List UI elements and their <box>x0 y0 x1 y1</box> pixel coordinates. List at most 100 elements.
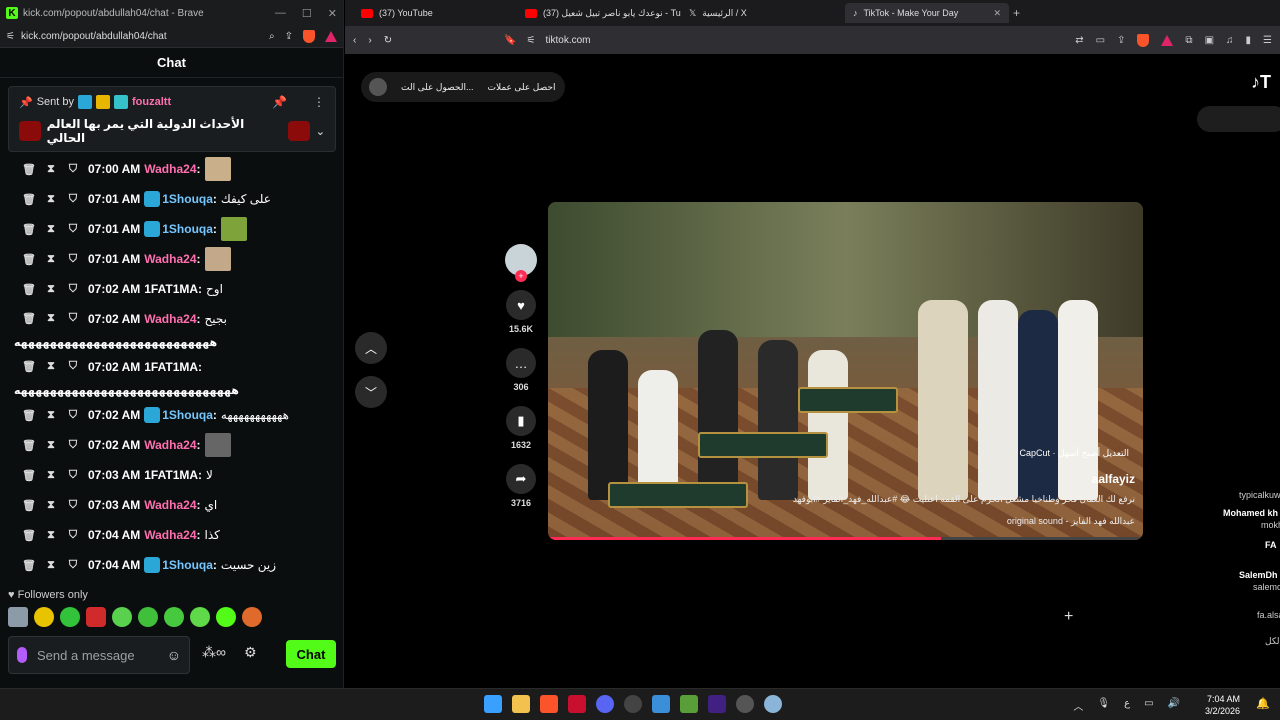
unpin-icon[interactable]: 📌 <box>272 95 287 109</box>
bookmark-icon[interactable]: 🔖 <box>504 35 516 46</box>
start-icon[interactable] <box>484 695 502 713</box>
save-button[interactable]: ▮ <box>506 406 536 436</box>
music-icon[interactable]: ♫ <box>1226 35 1234 46</box>
chat-message[interactable]: 🗑 ⧗ ⛉ 07:04 AM 1Shouqa: زين حسيت <box>0 550 344 580</box>
volume-icon[interactable]: 🔊 <box>1168 698 1180 713</box>
minecraft-icon[interactable] <box>680 695 698 713</box>
chat-message[interactable]: 🗑 ⧗ ⛉ 07:02 AM 1Shouqa: هههههههههههه <box>0 400 344 430</box>
brave-shield-icon[interactable] <box>303 30 315 43</box>
next-app-icon[interactable] <box>708 695 726 713</box>
address-bar[interactable]: tiktok.com <box>546 35 591 46</box>
menu-icon[interactable]: ☰ <box>1263 35 1272 46</box>
close-tab-icon[interactable]: ✕ <box>993 8 1001 19</box>
wallet-icon[interactable]: ▣ <box>1205 35 1214 46</box>
message-username[interactable]: Wadha24 <box>144 498 196 512</box>
delete-icon[interactable]: 🗑 <box>22 163 36 176</box>
gear-icon[interactable]: ⚙ <box>244 644 257 661</box>
delete-icon[interactable]: 🗑 <box>22 439 36 452</box>
comment-user[interactable]: Mohamed kh <box>1223 508 1278 518</box>
message-input[interactable]: Send a message <box>37 648 135 663</box>
cast-icon[interactable]: ▭ <box>1096 35 1105 46</box>
emoji-icon[interactable]: ☺ <box>167 647 181 663</box>
pinned-message[interactable]: 📌 Sent by fouzaltt 📌 ⋮ الأحداث الدولية ا… <box>8 86 336 152</box>
timeout-icon[interactable]: ⧗ <box>44 312 58 325</box>
forward-icon[interactable]: › <box>368 35 371 46</box>
message-username[interactable]: Wadha24 <box>144 162 196 176</box>
timeout-icon[interactable]: ⧗ <box>44 499 58 512</box>
message-username[interactable]: 1Shouqa <box>162 222 213 236</box>
emote-icon[interactable] <box>34 607 54 627</box>
emote-icon[interactable] <box>216 607 236 627</box>
brave-rewards-icon[interactable] <box>325 31 337 42</box>
browser-tab[interactable]: (37) YouTube <box>353 3 517 23</box>
chat-message[interactable]: 🗑 ⧗ ⛉ 07:01 AM Wadha24: <box>0 244 344 274</box>
message-username[interactable]: 1FAT1MA <box>144 282 198 296</box>
timeout-icon[interactable]: ⧗ <box>44 439 58 452</box>
mic-icon[interactable]: 🎙 <box>1097 698 1110 713</box>
creator-avatar[interactable]: + <box>505 244 537 282</box>
delete-icon[interactable]: 🗑 <box>22 312 36 325</box>
delete-icon[interactable]: 🗑 <box>22 283 36 296</box>
notification-bell-icon[interactable]: 🔔 <box>1256 697 1270 710</box>
message-username[interactable]: 1Shouqa <box>162 558 213 572</box>
comment-button[interactable]: … <box>506 348 536 378</box>
timeout-icon[interactable]: ⧗ <box>44 163 58 176</box>
timeout-icon[interactable]: ⧗ <box>44 469 58 482</box>
video-sound[interactable]: original sound - عبدالله فهد الفايز <box>1007 516 1135 527</box>
brave-shield-icon[interactable] <box>1137 33 1150 47</box>
chat-message[interactable]: 🗑 ⧗ ⛉ 07:00 AM Wadha24: <box>0 154 344 184</box>
file-explorer-icon[interactable] <box>512 695 530 713</box>
mic-icon[interactable] <box>17 647 27 663</box>
minimize-icon[interactable]: — <box>275 7 286 20</box>
extensions-icon[interactable]: ⧉ <box>1185 35 1192 46</box>
app-icon[interactable] <box>624 695 642 713</box>
emote-icon[interactable] <box>8 607 28 627</box>
emote-icon[interactable] <box>190 607 210 627</box>
more-options-icon[interactable]: ⋮ <box>313 95 325 109</box>
browser-tab[interactable]: 𝕏 الرئيسية / X <box>681 3 845 23</box>
next-video-button[interactable]: ﹀ <box>355 376 387 408</box>
delete-icon[interactable]: 🗑 <box>22 559 36 572</box>
site-settings-icon[interactable]: ⚟ <box>6 31 15 42</box>
emote-icon[interactable] <box>60 607 80 627</box>
capcut-tag[interactable]: CapCut · التعديل أصبح أسهل <box>1019 448 1129 459</box>
ban-shield-icon[interactable]: ⛉ <box>66 559 80 572</box>
translate-icon[interactable]: ⇄ <box>1075 35 1083 46</box>
chevron-up-icon[interactable]: ︿ <box>1073 698 1083 713</box>
reactions-icon[interactable]: ⁂∞ <box>202 644 226 661</box>
chat-message[interactable]: 🗑 ⧗ ⛉ 07:01 AM 1Shouqa: <box>0 214 344 244</box>
share-button[interactable]: ➦ <box>506 464 536 494</box>
emote-icon[interactable] <box>112 607 132 627</box>
maximize-icon[interactable]: ☐ <box>302 7 312 20</box>
like-button[interactable]: ♥ <box>506 290 536 320</box>
message-username[interactable]: 1FAT1MA <box>144 468 198 482</box>
emote-icon[interactable] <box>242 607 262 627</box>
back-icon[interactable]: ‹ <box>353 35 356 46</box>
chat-message[interactable]: 🗑 ⧗ ⛉ 07:03 AM 1FAT1MA: لا <box>0 460 344 490</box>
timeout-icon[interactable]: ⧗ <box>44 409 58 422</box>
delete-icon[interactable]: 🗑 <box>22 499 36 512</box>
delete-icon[interactable]: 🗑 <box>22 193 36 206</box>
ban-shield-icon[interactable]: ⛉ <box>66 469 80 482</box>
close-icon[interactable]: ✕ <box>328 7 337 20</box>
message-username[interactable]: 1Shouqa <box>162 408 213 422</box>
message-username[interactable]: Wadha24 <box>144 528 196 542</box>
chat-send-button[interactable]: Chat <box>286 640 336 668</box>
message-username[interactable]: Wadha24 <box>144 252 196 266</box>
chat-message[interactable]: 🗑 ⧗ ⛉ 07:02 AM 1FAT1MA: ههههههههههههههههههههه… <box>0 352 344 400</box>
ban-shield-icon[interactable]: ⛉ <box>66 360 80 373</box>
comment-user[interactable]: SalemDh <box>1239 570 1278 580</box>
chat-message[interactable]: 🗑 ⧗ ⛉ 07:04 AM Wadha24: كذا <box>0 520 344 550</box>
settings-icon[interactable] <box>764 695 782 713</box>
comment-user[interactable]: FA <box>1265 540 1277 550</box>
pinned-username[interactable]: fouzaltt <box>132 96 171 108</box>
chat-message[interactable]: 🗑 ⧗ ⛉ 07:03 AM Wadha24: اي <box>0 490 344 520</box>
comment-user[interactable]: fa.alsa <box>1257 610 1280 620</box>
tiktok-logo-icon[interactable]: ♪T <box>1251 72 1271 93</box>
ban-shield-icon[interactable]: ⛉ <box>66 283 80 296</box>
timeout-icon[interactable]: ⧗ <box>44 360 58 373</box>
timeout-icon[interactable]: ⧗ <box>44 559 58 572</box>
timeout-icon[interactable]: ⧗ <box>44 529 58 542</box>
site-settings-icon[interactable]: ⚟ <box>527 35 536 46</box>
comment-user[interactable]: salemdh <box>1253 582 1280 592</box>
